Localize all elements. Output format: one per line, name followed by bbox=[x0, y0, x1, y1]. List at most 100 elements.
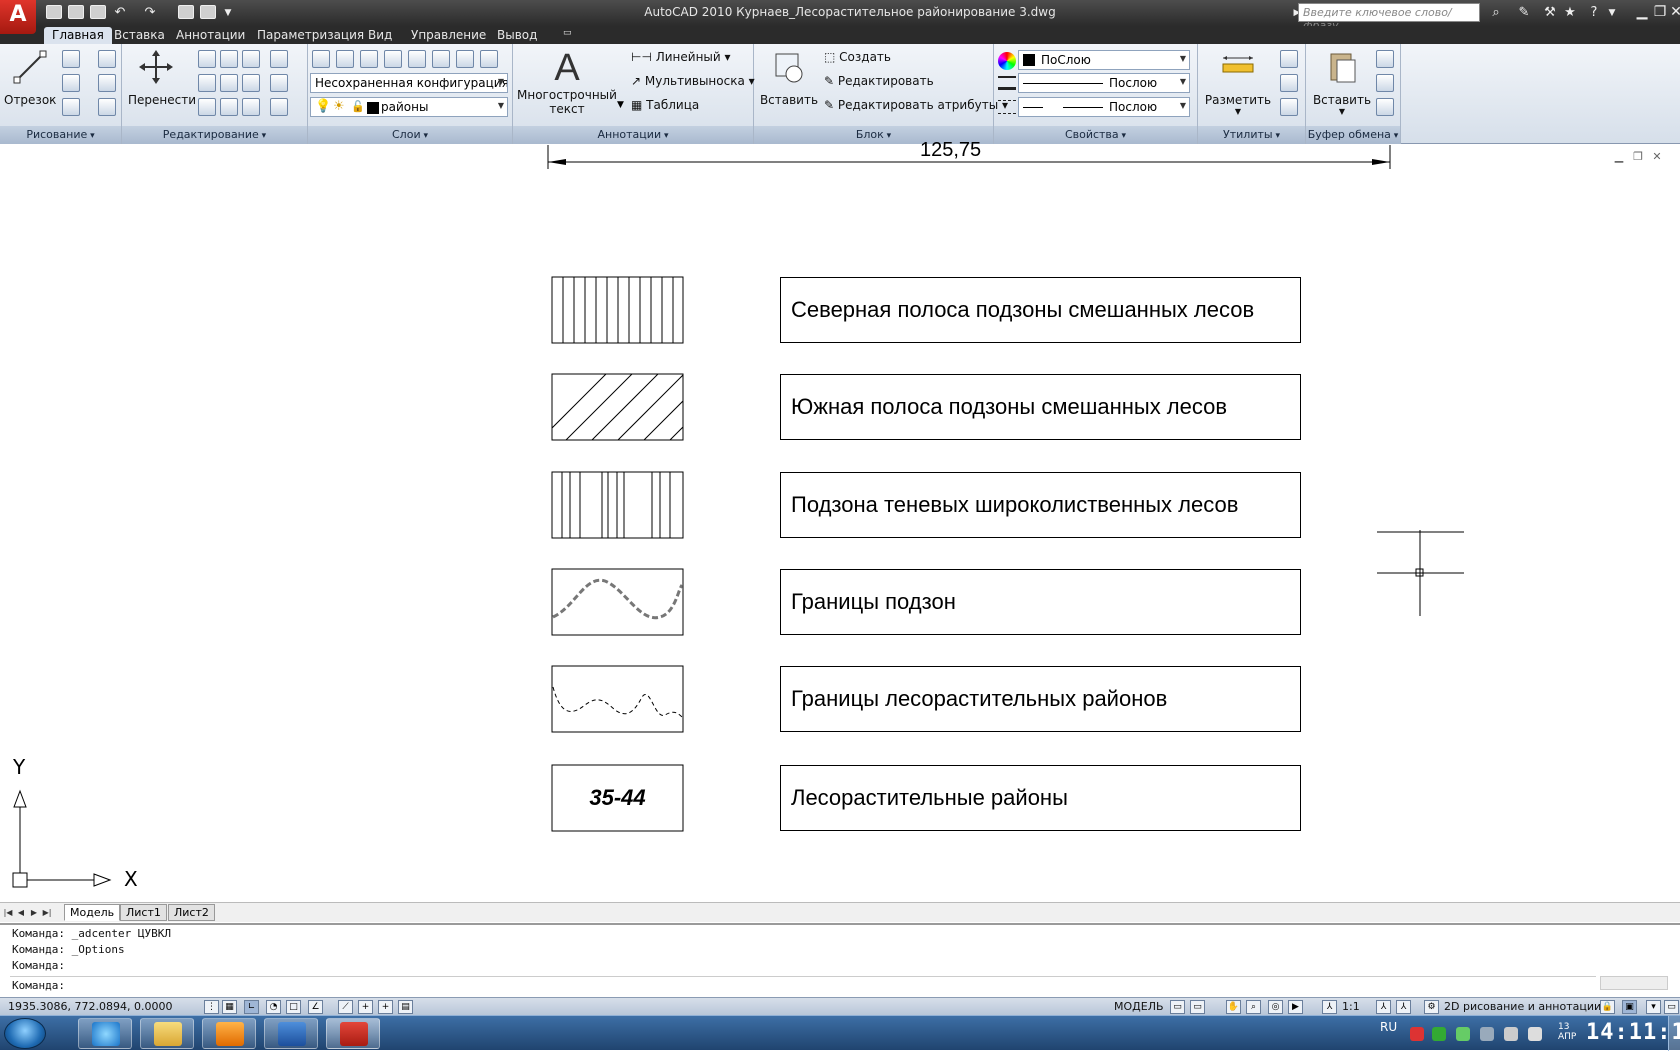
legend-pattern-thin-dashed-wave[interactable] bbox=[551, 665, 684, 733]
pan-icon[interactable]: ✋ bbox=[1226, 1000, 1241, 1014]
layer-freeze-icon[interactable] bbox=[408, 50, 426, 68]
show-desktop-button[interactable] bbox=[1668, 1016, 1680, 1051]
tab-layout1[interactable]: Лист1 bbox=[120, 904, 167, 921]
tray-app-icon[interactable] bbox=[1432, 1027, 1446, 1041]
block-insert-button[interactable]: Вставить bbox=[758, 48, 820, 107]
next-layout-icon[interactable]: ▶ bbox=[28, 906, 40, 919]
drawing-canvas[interactable]: ▁ ❐ ✕ 125,75 Северная полоса подзоны сме… bbox=[0, 139, 1680, 902]
hardware-acceleration-icon[interactable]: ▣ bbox=[1622, 1000, 1637, 1014]
workspace-gear-icon[interactable]: ⚙ bbox=[1424, 1000, 1439, 1014]
quick-view-layouts-icon[interactable]: ▭ bbox=[1190, 1000, 1205, 1014]
plot-preview-icon[interactable] bbox=[200, 5, 216, 19]
layer-on-bulb-icon[interactable]: 💡 bbox=[315, 99, 331, 114]
workspace-switch[interactable]: 2D рисование и аннотации ▾ bbox=[1444, 1000, 1610, 1013]
layer-state-combo[interactable]: Несохраненная конфигурация сл bbox=[310, 73, 508, 93]
tab-insert[interactable]: Вставка bbox=[106, 27, 173, 44]
legend-label-southern-mixed[interactable]: Южная полоса подзоны смешанных лесов bbox=[780, 374, 1301, 440]
legend-pattern-vertical-lines[interactable] bbox=[551, 276, 684, 344]
tray-network-icon[interactable] bbox=[1504, 1027, 1518, 1041]
tab-parametric[interactable]: Параметризация bbox=[249, 27, 372, 44]
legend-label-forest-districts[interactable]: Лесорастительные районы bbox=[780, 765, 1301, 831]
legend-label-broadleaf[interactable]: Подзона теневых широколиственных лесов bbox=[780, 472, 1301, 538]
tab-model[interactable]: Модель bbox=[64, 904, 121, 921]
linetype-combo[interactable]: Послою bbox=[1018, 97, 1190, 117]
toolbar-lock-icon[interactable]: 🔒 bbox=[1600, 1000, 1615, 1014]
annotation-scale-icon[interactable]: ⅄ bbox=[1322, 1000, 1337, 1014]
legend-label-northern-mixed[interactable]: Северная полоса подзоны смешанных лесов bbox=[780, 277, 1301, 343]
panel-modify-title[interactable]: Редактирование bbox=[122, 126, 307, 144]
object-snap-tracking-icon[interactable]: ∠ bbox=[308, 1000, 323, 1014]
panel-properties-title[interactable]: Свойства bbox=[994, 126, 1197, 144]
clock-time[interactable]: 14:11:10 bbox=[1586, 1020, 1680, 1045]
taskbar-media-player[interactable] bbox=[202, 1018, 256, 1049]
save-icon[interactable] bbox=[90, 5, 106, 19]
tab-layout2[interactable]: Лист2 bbox=[168, 904, 215, 921]
calculator-icon[interactable] bbox=[1280, 98, 1298, 116]
close-window-icon[interactable]: ✕ bbox=[1666, 2, 1680, 22]
command-scrollbar[interactable] bbox=[1600, 976, 1668, 990]
tray-volume-icon[interactable] bbox=[1528, 1027, 1542, 1041]
first-layout-icon[interactable]: |◀ bbox=[2, 906, 14, 919]
grid-display-icon[interactable]: ▦ bbox=[222, 1000, 237, 1014]
fillet-icon[interactable] bbox=[270, 98, 288, 116]
search-input[interactable]: Введите ключевое слово/фразу bbox=[1298, 3, 1480, 32]
tray-antivirus-icon[interactable] bbox=[1410, 1027, 1424, 1041]
layer-off-icon[interactable] bbox=[384, 50, 402, 68]
layer-properties-icon[interactable] bbox=[312, 50, 330, 68]
lineweight-toggle-icon[interactable]: + bbox=[378, 1000, 393, 1014]
legend-pattern-irregular-vertical-lines[interactable] bbox=[551, 471, 684, 539]
legend-pattern-diagonal-lines[interactable] bbox=[540, 373, 736, 441]
explode-icon[interactable] bbox=[270, 74, 288, 92]
dynamic-input-icon[interactable]: + bbox=[358, 1000, 373, 1014]
measure-button[interactable]: Разметить ▼ bbox=[1202, 48, 1274, 116]
move-button[interactable]: Перенести bbox=[128, 48, 196, 107]
arc-icon[interactable] bbox=[98, 50, 116, 68]
layer-lock-icon[interactable] bbox=[432, 50, 450, 68]
line-button[interactable]: Отрезок bbox=[4, 48, 56, 107]
zoom-icon[interactable]: ⌕ bbox=[1246, 1000, 1261, 1014]
steering-wheel-icon[interactable]: ◎ bbox=[1268, 1000, 1283, 1014]
linetype-icon[interactable] bbox=[998, 100, 1016, 114]
stretch-icon[interactable] bbox=[220, 74, 238, 92]
tray-update-icon[interactable] bbox=[1456, 1027, 1470, 1041]
panel-clipboard-title[interactable]: Буфер обмена bbox=[1306, 126, 1400, 144]
layer-combo[interactable]: 💡 ☀ 🔓 районы bbox=[310, 97, 508, 117]
mirror-icon[interactable] bbox=[242, 74, 260, 92]
favorites-icon[interactable]: ★ bbox=[1560, 3, 1580, 23]
panel-annotation-title[interactable]: Аннотации bbox=[513, 126, 753, 144]
rectangle-icon[interactable] bbox=[98, 74, 116, 92]
tab-annotate[interactable]: Аннотации bbox=[168, 27, 253, 44]
communication-center-icon[interactable]: ⚒ bbox=[1540, 3, 1560, 23]
cut-icon[interactable] bbox=[1376, 50, 1394, 68]
copy-clip-icon[interactable] bbox=[1376, 74, 1394, 92]
block-create-button[interactable]: ⬚ Создать bbox=[824, 50, 891, 64]
copy-with-basepoint-icon[interactable] bbox=[1376, 98, 1394, 116]
offset-icon[interactable] bbox=[220, 98, 238, 116]
table-button[interactable]: ▦ Таблица bbox=[631, 98, 699, 112]
layout-view-icon[interactable]: ▭ bbox=[1170, 1000, 1185, 1014]
legend-label-subzone-borders[interactable]: Границы подзон bbox=[780, 569, 1301, 635]
help-icon[interactable]: ? bbox=[1584, 3, 1604, 23]
mtext-dropdown-icon[interactable]: ▼ bbox=[617, 100, 624, 110]
print-icon[interactable] bbox=[178, 5, 194, 19]
tab-manage[interactable]: Управление bbox=[403, 27, 494, 44]
layer-unlock-icon[interactable]: 🔓 bbox=[351, 100, 365, 113]
edit-attributes-button[interactable]: ✎ Редактировать атрибуты ▾ bbox=[824, 98, 1008, 112]
clock-date[interactable]: 13 АПР bbox=[1558, 1022, 1576, 1042]
annotation-scale-value[interactable]: 1:1 bbox=[1342, 1000, 1360, 1013]
region-code-text[interactable]: 35-44 bbox=[552, 765, 683, 831]
quick-access-dropdown-icon[interactable]: ▼ bbox=[218, 3, 238, 23]
prev-layout-icon[interactable]: ◀ bbox=[15, 906, 27, 919]
quick-properties-icon[interactable]: ▤ bbox=[398, 1000, 413, 1014]
ellipse-icon[interactable] bbox=[62, 98, 80, 116]
layer-states-icon[interactable] bbox=[336, 50, 354, 68]
erase-icon[interactable] bbox=[270, 50, 288, 68]
layer-thaw-sun-icon[interactable]: ☀ bbox=[333, 99, 345, 114]
mtext-button[interactable]: A Многострочный текст bbox=[517, 48, 617, 116]
tray-flag-icon[interactable] bbox=[1480, 1027, 1494, 1041]
start-button[interactable] bbox=[4, 1018, 46, 1049]
ortho-mode-icon[interactable]: ∟ bbox=[244, 1000, 259, 1014]
dynamic-ucs-icon[interactable]: ⟋ bbox=[338, 1000, 353, 1014]
clean-screen-icon[interactable]: ▭ bbox=[1664, 1000, 1679, 1014]
ribbon-minimize-icon[interactable]: ▭ bbox=[555, 27, 580, 44]
